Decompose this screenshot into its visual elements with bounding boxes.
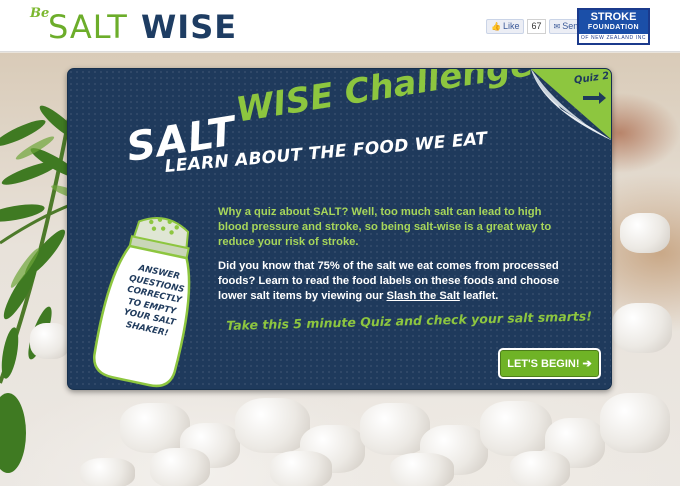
salt-crystal: [235, 398, 310, 453]
facebook-like-button[interactable]: 👍 Like: [486, 18, 525, 34]
title-wise-challenge: WISE Challenge: [233, 68, 536, 131]
processed-foods-paragraph: Did you know that 75% of the salt we eat…: [218, 259, 563, 304]
send-icon: ✉: [553, 21, 561, 31]
salt-crystal: [480, 401, 552, 456]
quiz-description: Why a quiz about SALT? Well, too much sa…: [218, 205, 563, 304]
quiz-intro-panel: Quiz 2 SALT WISE Challenge LEARN ABOUT T…: [67, 68, 612, 390]
paragraph-text-end: leaflet.: [459, 290, 499, 302]
salt-crystal: [620, 213, 670, 253]
like-label: Like: [502, 21, 520, 31]
logo-be: Be: [30, 6, 50, 21]
like-count: 67: [527, 18, 546, 34]
salt-crystal: [150, 448, 210, 486]
stroke-logo-line3: OF NEW ZEALAND INC: [580, 35, 647, 41]
salt-shaker-illustration: ANSWER QUESTIONS CORRECTLY TO EMPTY YOUR…: [83, 205, 213, 389]
intro-paragraph: Why a quiz about SALT? Well, too much sa…: [218, 206, 552, 248]
salt-crystal: [30, 323, 70, 359]
site-header: Be SALT WISE 👍 Like 67 ✉ Send STROKE FOU…: [0, 0, 680, 52]
stroke-logo-line1: STROKE: [590, 11, 637, 23]
stroke-foundation-logo[interactable]: STROKE FOUNDATION OF NEW ZEALAND INC: [577, 8, 650, 45]
logo-salt: SALT: [48, 8, 128, 46]
salt-crystal: [600, 393, 670, 453]
quiz-call-to-action: Take this 5 minute Quiz and check your s…: [226, 308, 593, 333]
salt-crystal: [612, 303, 672, 353]
slash-the-salt-link[interactable]: Slash the Salt: [386, 290, 459, 302]
salt-crystal: [390, 453, 454, 486]
lets-begin-button[interactable]: LET'S BEGIN! ➔: [498, 348, 601, 379]
thumbs-up-icon: 👍: [491, 21, 501, 31]
stroke-logo-line2: FOUNDATION: [587, 24, 640, 31]
salt-crystal: [80, 458, 135, 486]
logo-wise: WISE: [141, 8, 238, 46]
salt-crystal: [270, 451, 332, 486]
salt-crystal: [510, 451, 570, 486]
stroke-logo-block: STROKE FOUNDATION: [579, 10, 648, 34]
social-buttons: 👍 Like 67 ✉ Send: [486, 18, 591, 34]
